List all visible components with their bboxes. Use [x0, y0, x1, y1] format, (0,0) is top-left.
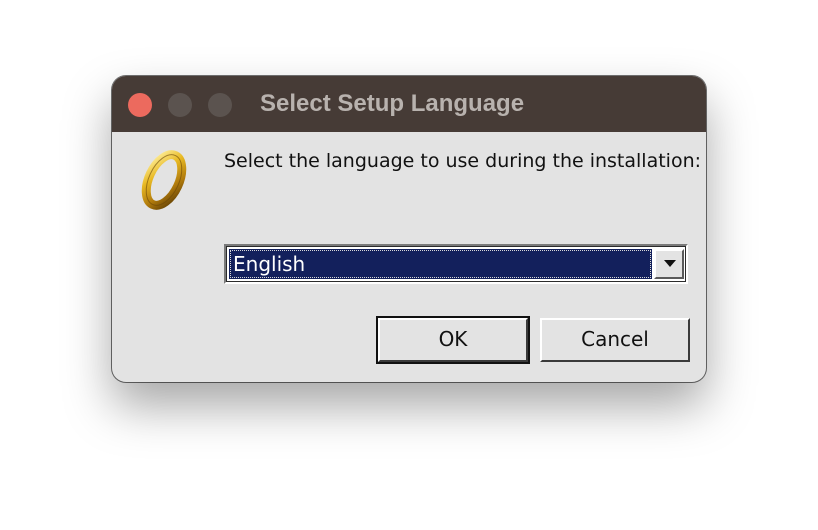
maximize-icon[interactable]: [208, 93, 232, 117]
chevron-down-icon: [664, 260, 676, 267]
minimize-icon[interactable]: [168, 93, 192, 117]
title-bar[interactable]: Select Setup Language: [112, 76, 706, 132]
window-title: Select Setup Language: [260, 90, 525, 117]
close-icon[interactable]: [128, 93, 152, 117]
ok-button[interactable]: OK: [376, 316, 530, 364]
language-select-value[interactable]: English: [229, 249, 652, 279]
install-language-prompt: Select the language to use during the in…: [224, 150, 702, 172]
gold-ring-icon: [134, 148, 194, 212]
dropdown-button[interactable]: [654, 249, 684, 279]
cancel-button[interactable]: Cancel: [540, 318, 690, 362]
setup-language-dialog: Select Setup Language Select the languag…: [112, 76, 706, 382]
language-select[interactable]: English: [224, 244, 688, 284]
